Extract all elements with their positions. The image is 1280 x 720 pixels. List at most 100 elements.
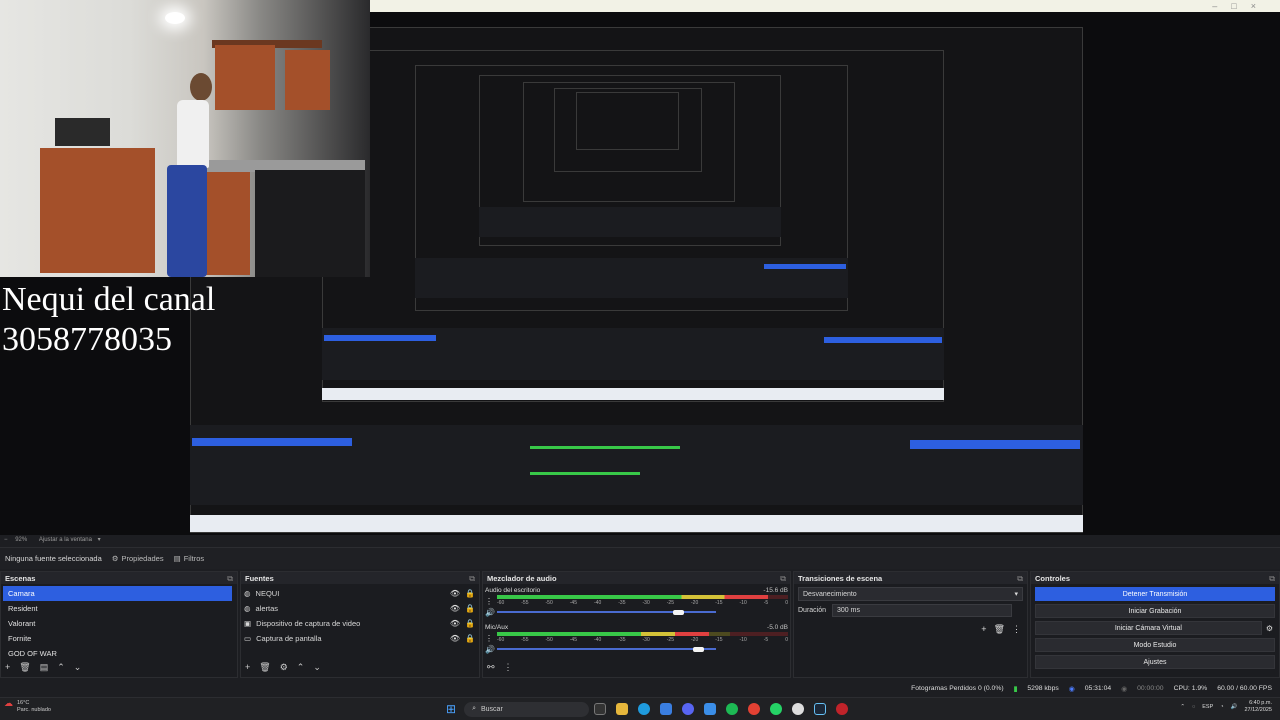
- volume-slider[interactable]: 🔊: [485, 644, 786, 654]
- gear-icon[interactable]: ⚙: [1266, 624, 1273, 633]
- weather-widget[interactable]: ☁ 16°C Parc. nublado: [4, 699, 51, 714]
- link-icon[interactable]: ⚯: [487, 662, 495, 673]
- lock-icon[interactable]: 🔒: [465, 604, 475, 613]
- up-icon[interactable]: ⌃: [297, 662, 305, 673]
- duration-input[interactable]: 300 ms: [832, 604, 1013, 617]
- gear-icon[interactable]: ⋮: [485, 634, 493, 643]
- filters-label: Filtros: [183, 554, 205, 563]
- zoom-out-icon[interactable]: −: [4, 537, 8, 543]
- scene-item-god-of-war[interactable]: GOD OF WAR: [3, 646, 232, 661]
- obs-icon[interactable]: [792, 703, 805, 715]
- nequi-overlay: Nequi del canal 3058778035: [2, 280, 215, 360]
- chevron-down-icon[interactable]: ▾: [98, 537, 101, 543]
- volume-icon[interactable]: 🔊: [1231, 704, 1238, 710]
- scenes-dock: Escenas ⧉ Camara Resident Valorant Fornit…: [0, 571, 238, 678]
- filters-button[interactable]: ▤ Filtros: [174, 554, 205, 563]
- menu-icon[interactable]: ⋮: [504, 662, 513, 673]
- meter-tick-label: -45: [569, 637, 577, 643]
- chevron-up-icon[interactable]: ⌃: [1180, 704, 1185, 710]
- float-dock-icon[interactable]: ⧉: [469, 574, 475, 583]
- eye-icon[interactable]: 👁: [450, 619, 460, 628]
- down-icon[interactable]: ⌄: [74, 662, 82, 673]
- mirror-meter-1: [530, 446, 680, 449]
- mirror-panels-4: [479, 207, 781, 237]
- lock-icon[interactable]: 🔒: [465, 634, 475, 643]
- add-icon[interactable]: +: [981, 624, 986, 635]
- task-view-icon[interactable]: [594, 703, 607, 715]
- volume-slider[interactable]: 🔊: [485, 607, 786, 617]
- float-dock-icon[interactable]: ⧉: [1269, 574, 1275, 583]
- chrome-icon[interactable]: [748, 703, 761, 715]
- spotify-icon[interactable]: [726, 703, 739, 715]
- start-recording-button[interactable]: Iniciar Grabación: [1035, 604, 1275, 618]
- upper-cabinet: [215, 45, 275, 110]
- transition-select[interactable]: Desvanecimiento ▾: [798, 587, 1023, 601]
- network-icon[interactable]: ◌: [1192, 704, 1195, 710]
- meter-tick-label: -55: [521, 637, 529, 643]
- up-icon[interactable]: ⌃: [57, 662, 65, 673]
- whatsapp-icon[interactable]: [770, 703, 783, 715]
- source-item-nequi[interactable]: ◍ NEQUI 👁 🔒: [241, 586, 479, 601]
- properties-label: Propiedades: [121, 554, 164, 563]
- photos-icon[interactable]: [704, 703, 717, 715]
- slider-thumb[interactable]: [692, 646, 704, 652]
- clock[interactable]: 6:40 p.m. 27/12/2025: [1244, 700, 1272, 714]
- meter-tick-label: -55: [521, 600, 529, 606]
- source-item-screen-capture[interactable]: ▭ Captura de pantalla 👁 🔒: [241, 631, 479, 646]
- fit-window[interactable]: Ajustar a la ventana: [39, 537, 92, 543]
- taskbar-search[interactable]: ⌕ Buscar: [464, 701, 590, 717]
- speaker-icon[interactable]: 🔊: [485, 608, 495, 617]
- selected-source-label: Ninguna fuente seleccionada: [5, 554, 102, 563]
- add-icon[interactable]: +: [5, 662, 10, 673]
- app-icon[interactable]: [836, 703, 849, 715]
- windows-start-icon[interactable]: ⊞: [446, 702, 456, 716]
- float-dock-icon[interactable]: ⧉: [1017, 574, 1023, 583]
- mirror-scene-highlight-2: [324, 335, 436, 341]
- scene-item-camara[interactable]: Camara: [3, 586, 232, 601]
- trash-icon[interactable]: 🗑: [994, 624, 1005, 635]
- scene-item-fornite[interactable]: Fornite: [3, 631, 232, 646]
- gear-icon[interactable]: ⋮: [485, 597, 493, 606]
- meter-tick-label: -15: [715, 637, 723, 643]
- discord-icon[interactable]: [682, 703, 695, 715]
- slider-thumb[interactable]: [672, 609, 684, 615]
- lock-icon[interactable]: 🔒: [465, 589, 475, 598]
- scene-item-resident[interactable]: Resident: [3, 601, 232, 616]
- down-icon[interactable]: ⌄: [313, 662, 321, 673]
- properties-button[interactable]: ⚙ Propiedades: [112, 554, 164, 563]
- source-item-alertas[interactable]: ◍ alertas 👁 🔒: [241, 601, 479, 616]
- stop-stream-button[interactable]: Detener Transmisión: [1035, 587, 1275, 601]
- trash-icon[interactable]: 🗑: [259, 662, 270, 673]
- language-label[interactable]: ESP: [1202, 704, 1213, 710]
- menu-icon[interactable]: ⋮: [1012, 624, 1021, 635]
- stream-preview[interactable]: –□× Nequi del canal 3058778035: [0, 0, 1280, 535]
- mirror-taskbar-1: [190, 515, 1083, 532]
- eye-icon[interactable]: 👁: [450, 589, 460, 598]
- studio-mode-button[interactable]: Modo Estudio: [1035, 638, 1275, 652]
- stream-icon: ◉: [1068, 685, 1075, 693]
- settings-button[interactable]: Ajustes: [1035, 655, 1275, 669]
- controls-dock: Controles ⧉ Detener Transmisión Iniciar G…: [1030, 571, 1280, 678]
- camera-feed: [0, 0, 370, 277]
- edge-icon[interactable]: [638, 703, 651, 715]
- steam-icon[interactable]: [814, 703, 827, 715]
- speaker-icon[interactable]: 🔊: [485, 645, 495, 654]
- file-explorer-icon[interactable]: [616, 703, 629, 715]
- source-item-video-capture[interactable]: ▣ Dispositivo de captura de video 👁 🔒: [241, 616, 479, 631]
- store-icon[interactable]: [660, 703, 673, 715]
- eye-icon[interactable]: 👁: [450, 634, 460, 643]
- wifi-icon[interactable]: ◔: [1220, 704, 1223, 710]
- filter-icon[interactable]: ▤: [40, 662, 49, 673]
- virtual-camera-button[interactable]: Iniciar Cámara Virtual: [1035, 621, 1262, 635]
- window-controls[interactable]: –□×: [1212, 1, 1270, 11]
- float-dock-icon[interactable]: ⧉: [780, 574, 786, 583]
- float-dock-icon[interactable]: ⧉: [227, 574, 233, 583]
- zoom-level[interactable]: 92%: [15, 537, 27, 543]
- gear-icon[interactable]: ⚙: [280, 662, 288, 673]
- lock-icon[interactable]: 🔒: [465, 619, 475, 628]
- status-bar: Fotogramas Perdidos 0 (0.0%) ▮ 5298 kbps…: [0, 681, 1280, 696]
- scene-item-valorant[interactable]: Valorant: [3, 616, 232, 631]
- trash-icon[interactable]: 🗑: [19, 662, 30, 673]
- add-icon[interactable]: +: [245, 662, 250, 673]
- eye-icon[interactable]: 👁: [450, 604, 460, 613]
